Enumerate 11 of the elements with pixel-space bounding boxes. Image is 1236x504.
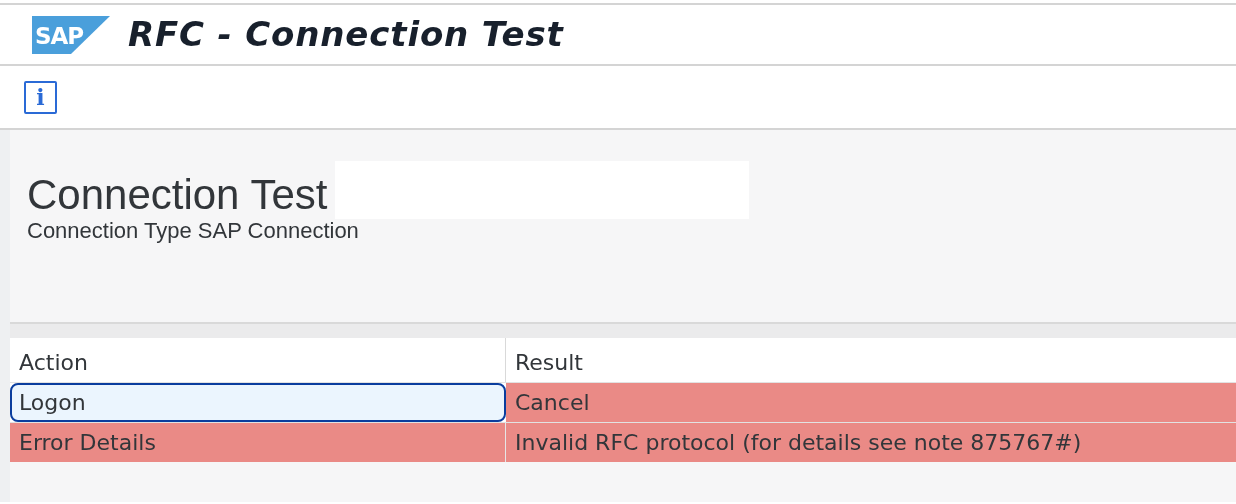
page-subtitle: Connection Type SAP Connection [26,219,360,243]
table-cell[interactable]: Invalid RFC protocol (for details see note 875767#) [506,423,1236,462]
table-cell[interactable]: Logon [10,383,506,422]
window-title: RFC - Connection Test [128,13,564,56]
column-header: Action [10,338,506,382]
sap-logo: SAP [32,15,110,54]
info-button[interactable]: i [24,80,57,114]
page-title: Connection Test [27,171,328,219]
table-cell[interactable]: Cancel [506,383,1236,422]
table-cell[interactable]: Error Details [10,423,506,462]
column-header: Result [514,349,584,377]
